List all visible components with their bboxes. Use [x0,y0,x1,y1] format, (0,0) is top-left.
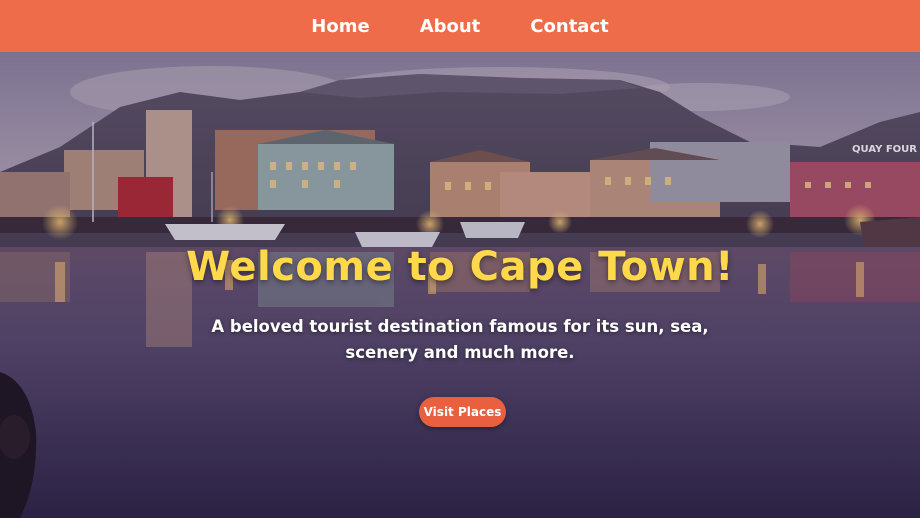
page: Home About Contact QUAY FOUR Welcome to … [0,0,920,518]
nav-link-about[interactable]: About [420,16,481,37]
visit-places-button[interactable]: Visit Places [419,397,506,427]
hero-section: QUAY FOUR Welcome to Cape Town! A belove… [0,52,920,518]
hero-title: Welcome to Cape Town! [186,244,734,290]
top-navbar: Home About Contact [0,0,920,52]
hero-subtitle: A beloved tourist destination famous for… [211,317,709,362]
nav-link-contact[interactable]: Contact [530,16,608,37]
hero-content: Welcome to Cape Town! A beloved tourist … [0,52,920,518]
nav-link-home[interactable]: Home [311,16,369,37]
